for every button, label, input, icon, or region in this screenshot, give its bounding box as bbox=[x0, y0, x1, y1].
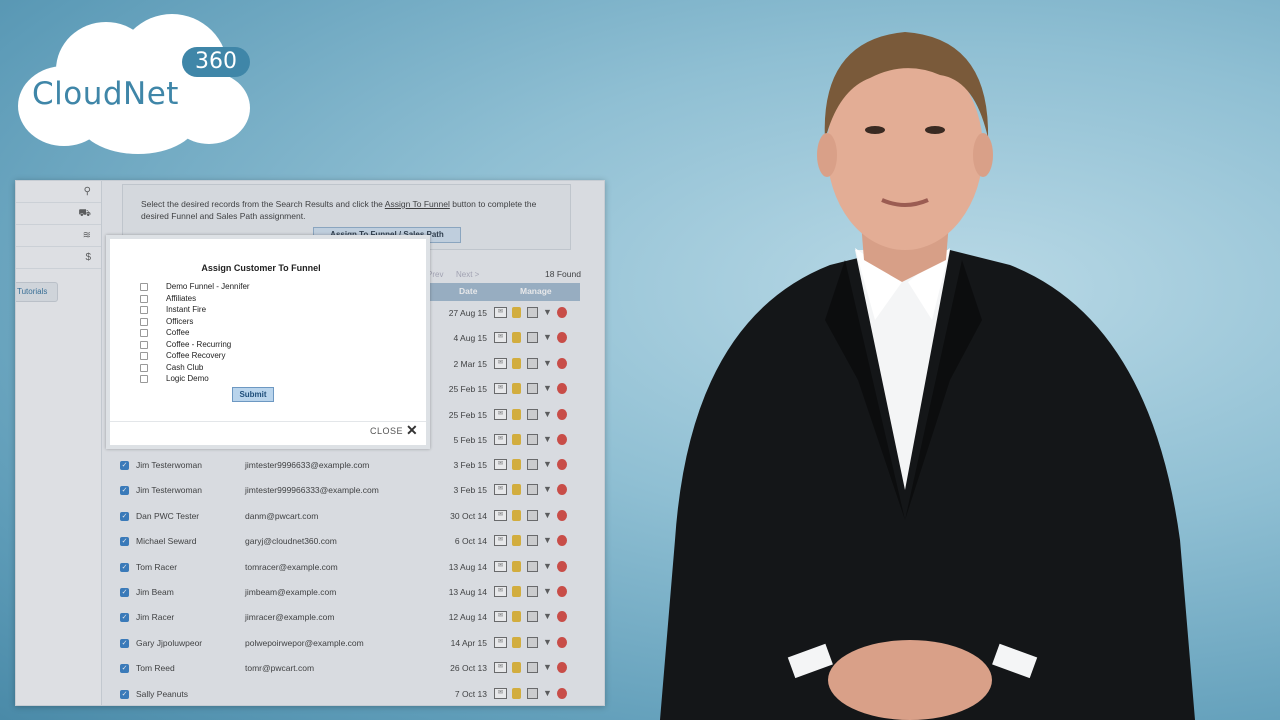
funnel-checkbox[interactable] bbox=[140, 375, 148, 383]
funnel-option-label: Demo Funnel - Jennifer bbox=[166, 282, 250, 291]
funnel-option-label: Logic Demo bbox=[166, 374, 209, 383]
presenter-figure bbox=[660, 32, 1195, 720]
funnel-option-label: Officers bbox=[166, 316, 194, 326]
submit-button[interactable]: Submit bbox=[232, 387, 274, 402]
funnel-checkbox[interactable] bbox=[140, 329, 148, 337]
close-icon[interactable]: ✕ bbox=[406, 422, 418, 439]
presenter-hands bbox=[828, 640, 992, 720]
funnel-option-label: Instant Fire bbox=[166, 305, 207, 314]
logo-brand-text: CloudNet bbox=[32, 76, 179, 112]
funnel-option-label: Affiliates bbox=[166, 293, 197, 303]
funnel-option-label: Coffee Recovery bbox=[166, 351, 226, 360]
funnel-checkbox[interactable] bbox=[140, 340, 148, 349]
funnel-option-label: Cash Club bbox=[166, 362, 204, 372]
assign-funnel-modal: Assign Customer To Funnel Demo Funnel - … bbox=[106, 235, 430, 449]
funnel-checkbox[interactable] bbox=[140, 352, 148, 360]
cloudnet-logo: CloudNet 360 bbox=[18, 14, 254, 154]
funnel-option-label: Coffee bbox=[166, 328, 190, 337]
modal-divider bbox=[110, 421, 426, 422]
logo-360-badge: 360 bbox=[182, 47, 250, 77]
funnel-checkbox[interactable] bbox=[140, 363, 148, 372]
funnel-checkbox[interactable] bbox=[140, 294, 148, 303]
funnel-checkbox[interactable] bbox=[140, 317, 148, 326]
funnel-checkbox[interactable] bbox=[140, 306, 148, 314]
close-label[interactable]: CLOSE bbox=[370, 426, 403, 436]
funnel-checkbox[interactable] bbox=[140, 283, 148, 291]
funnel-option-label: Coffee - Recurring bbox=[166, 339, 232, 349]
modal-title: Assign Customer To Funnel bbox=[201, 263, 321, 273]
